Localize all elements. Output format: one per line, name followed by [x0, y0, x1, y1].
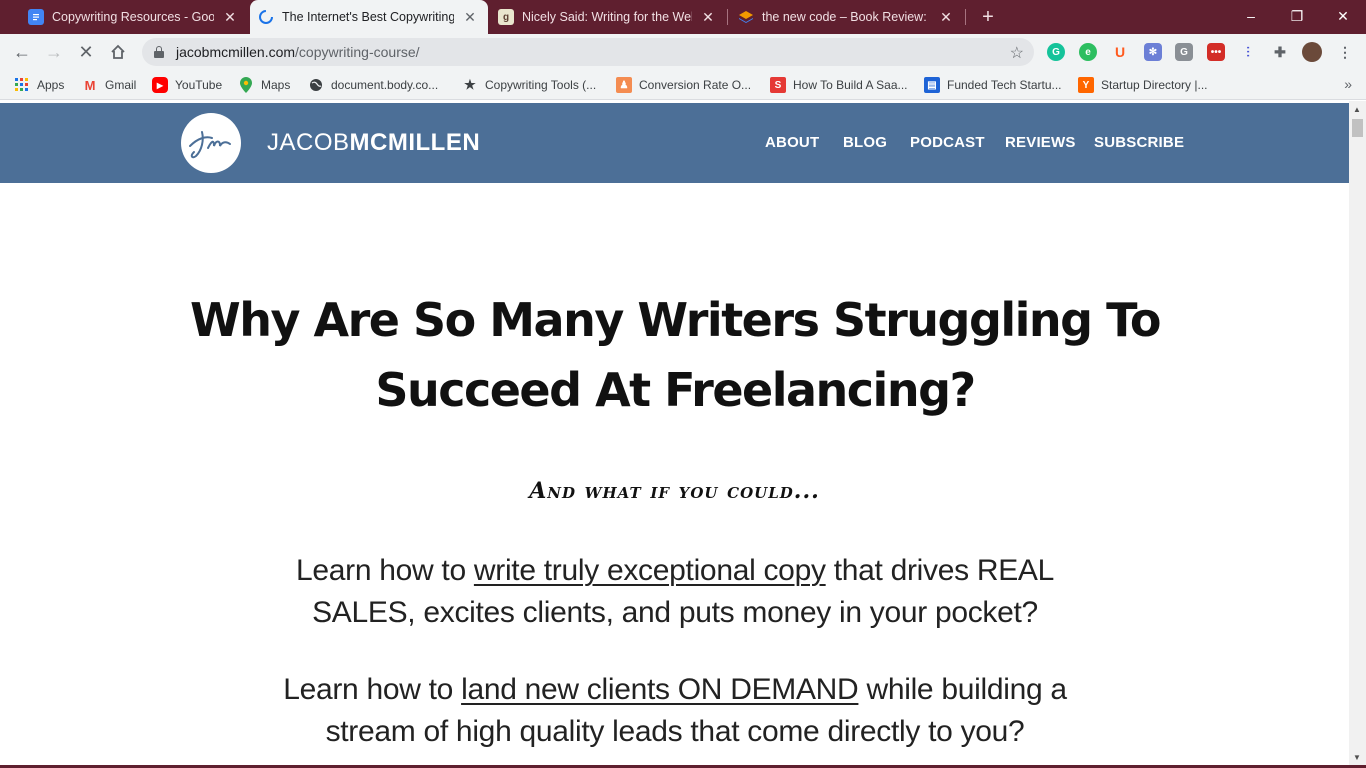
lock-icon: [154, 46, 164, 58]
scrollbar-thumb[interactable]: [1352, 119, 1363, 137]
site-header: JACOBMCMILLEN ABOUT BLOG PODCAST REVIEWS…: [0, 103, 1349, 183]
url-domain: jacobmcmillen.com: [176, 44, 296, 60]
apps-grid-icon: [14, 77, 30, 93]
bookmark-label: Funded Tech Startu...: [947, 78, 1062, 92]
bookmark-label: Maps: [261, 78, 291, 92]
page-headline: Why Are So Many Writers Struggling To Su…: [190, 293, 1161, 417]
bookmark-label: Gmail: [105, 78, 137, 92]
bookmark-label: How To Build A Saa...: [793, 78, 908, 92]
tab-title: the new code – Book Review: Nic: [762, 10, 930, 24]
scroll-down-arrow-icon[interactable]: ▼: [1353, 753, 1361, 762]
bookmark-copywriting-tools[interactable]: ★ Copywriting Tools (...: [462, 76, 596, 94]
extension-badge-icon[interactable]: ✻: [1144, 43, 1162, 61]
forward-arrow-icon[interactable]: →: [40, 38, 68, 66]
para-text: Learn how to: [283, 673, 462, 706]
home-icon[interactable]: [104, 38, 132, 66]
tab-new-code[interactable]: the new code – Book Review: Nic ✕: [728, 0, 964, 34]
globe-icon: [308, 77, 324, 93]
page-scrollbar[interactable]: ▲ ▼: [1349, 101, 1366, 768]
tab-copywriting-resources[interactable]: Copywriting Resources - Google ✕: [8, 0, 248, 34]
startup-icon: ▤: [924, 77, 940, 93]
nav-podcast[interactable]: PODCAST: [910, 134, 985, 151]
bookmark-label: Startup Directory |...: [1101, 78, 1208, 92]
page-viewport: JACOBMCMILLEN ABOUT BLOG PODCAST REVIEWS…: [0, 101, 1349, 768]
grammarly-icon[interactable]: G: [1047, 43, 1065, 61]
lastpass-icon[interactable]: •••: [1207, 43, 1225, 61]
tab-title: Nicely Said: Writing for the Web w: [522, 10, 692, 24]
youtube-icon: ▶: [152, 77, 168, 93]
analytics-extension-icon[interactable]: ⫶: [1239, 43, 1257, 61]
url-text: jacobmcmillen.com/copywriting-course/: [176, 44, 420, 60]
scroll-up-arrow-icon[interactable]: ▲: [1353, 105, 1361, 114]
more-bookmarks-chevron-icon[interactable]: »: [1344, 76, 1352, 92]
back-arrow-icon[interactable]: ←: [8, 38, 36, 66]
para-text: Learn how to: [296, 554, 474, 587]
write-exceptional-copy-link[interactable]: write truly exceptional copy: [474, 554, 826, 587]
tab-nicely-said[interactable]: g Nicely Said: Writing for the Web w ✕: [490, 0, 726, 34]
goodreads-icon: g: [498, 9, 514, 25]
saas-icon: S: [770, 77, 786, 93]
ubersuggest-icon[interactable]: U: [1111, 43, 1129, 61]
tab-strip: Copywriting Resources - Google ✕ The Int…: [0, 0, 1366, 34]
minimize-icon[interactable]: –: [1228, 0, 1274, 32]
evernote-icon[interactable]: e: [1079, 43, 1097, 61]
bookmark-youtube[interactable]: ▶ YouTube: [152, 76, 222, 94]
bookmark-maps[interactable]: Maps: [238, 76, 290, 94]
bookmark-label: Conversion Rate O...: [639, 78, 752, 92]
new-tab-plus-icon[interactable]: +: [976, 5, 1000, 29]
profile-avatar[interactable]: [1302, 42, 1322, 62]
bookmark-conversion-rate[interactable]: ♟ Conversion Rate O...: [616, 76, 751, 94]
bookmarks-bar: Apps M Gmail ▶ YouTube Maps document.bod…: [0, 70, 1366, 100]
nav-subscribe[interactable]: SUBSCRIBE: [1094, 134, 1184, 151]
jm-logo-icon[interactable]: [181, 113, 241, 173]
nav-about[interactable]: ABOUT: [765, 134, 819, 151]
maps-icon: [238, 77, 254, 93]
bookmark-apps[interactable]: Apps: [14, 76, 64, 94]
gmail-icon: M: [84, 77, 96, 93]
bookmark-funded-tech[interactable]: ▤ Funded Tech Startu...: [924, 76, 1062, 94]
address-bar[interactable]: jacobmcmillen.com/copywriting-course/ ☆: [142, 38, 1034, 66]
bookmark-startup-directory[interactable]: Y Startup Directory |...: [1078, 76, 1207, 94]
translate-icon[interactable]: G: [1175, 43, 1193, 61]
window-close-icon[interactable]: ✕: [1320, 0, 1366, 32]
menu-kebab-icon[interactable]: ⋮: [1336, 43, 1354, 61]
tab-title: The Internet's Best Copywriting C: [282, 10, 454, 24]
tab-title: Copywriting Resources - Google: [52, 10, 214, 24]
ycombinator-icon: Y: [1078, 77, 1094, 93]
nav-reviews[interactable]: REVIEWS: [1005, 134, 1076, 151]
stack-icon: [738, 9, 754, 25]
tab-copywriting-course[interactable]: The Internet's Best Copywriting C ✕: [250, 0, 488, 34]
url-path: /copywriting-course/: [295, 44, 420, 60]
benefit-paragraph-1: Learn how to write truly exceptional cop…: [280, 550, 1070, 634]
close-icon[interactable]: ✕: [700, 9, 716, 25]
bookmark-label: Copywriting Tools (...: [485, 78, 597, 92]
bookmark-document-body[interactable]: document.body.co...: [308, 76, 438, 94]
conversion-icon: ♟: [616, 77, 632, 93]
close-icon[interactable]: ✕: [462, 9, 478, 25]
extensions-puzzle-icon[interactable]: ✚: [1271, 43, 1289, 61]
loading-icon: [258, 9, 274, 25]
logo-first-name: JACOB: [267, 129, 350, 156]
bookmark-gmail[interactable]: M Gmail: [82, 76, 137, 94]
bookmark-label: YouTube: [175, 78, 223, 92]
browser-toolbar: ← → ✕ jacobmcmillen.com/copywriting-cour…: [0, 34, 1366, 70]
docs-icon: [28, 9, 44, 25]
land-clients-link[interactable]: land new clients ON DEMAND: [461, 673, 859, 706]
bookmark-star-icon[interactable]: ☆: [1010, 43, 1024, 63]
bookmark-label: Apps: [37, 78, 65, 92]
star-icon: ★: [464, 77, 476, 92]
benefit-paragraph-2: Learn how to land new clients ON DEMAND …: [280, 669, 1070, 753]
logo-last-name: MCMILLEN: [349, 129, 481, 156]
page-subhead: And what if you could...: [529, 478, 820, 504]
tab-separator: [965, 9, 966, 25]
close-icon[interactable]: ✕: [938, 9, 954, 25]
stop-loading-icon[interactable]: ✕: [72, 38, 100, 66]
nav-blog[interactable]: BLOG: [843, 134, 887, 151]
bookmark-build-saas[interactable]: S How To Build A Saa...: [770, 76, 908, 94]
site-logo-text[interactable]: JACOBMCMILLEN: [267, 129, 480, 157]
close-icon[interactable]: ✕: [222, 9, 238, 25]
restore-icon[interactable]: ❐: [1274, 0, 1320, 32]
bookmark-label: document.body.co...: [331, 78, 439, 92]
